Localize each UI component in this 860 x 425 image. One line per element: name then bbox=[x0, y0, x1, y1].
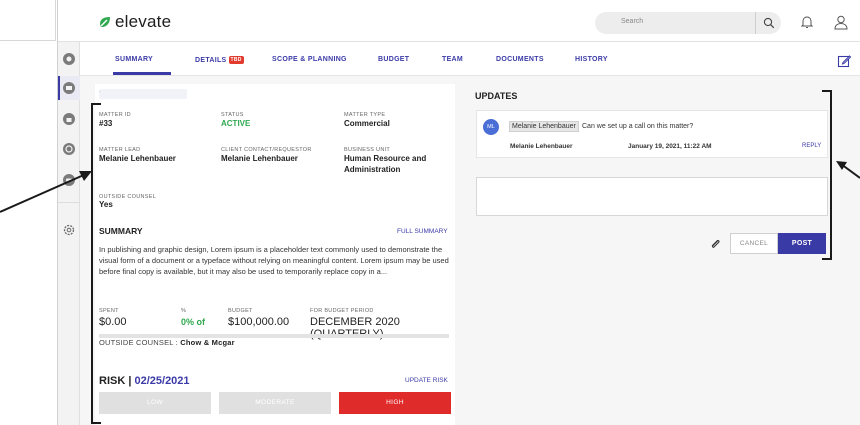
percent-label: % bbox=[181, 308, 187, 314]
risk-level-high[interactable]: HIGH bbox=[339, 392, 451, 414]
globe-icon[interactable] bbox=[62, 52, 76, 66]
annotation-bracket-right bbox=[822, 90, 832, 260]
matter-name-placeholder bbox=[99, 89, 187, 99]
budget-value: $100,000.00 bbox=[228, 316, 290, 328]
bell-icon[interactable] bbox=[799, 14, 815, 30]
tab-badge: TBD bbox=[228, 56, 244, 64]
risk-date: 02/25/2021 bbox=[134, 375, 190, 387]
update-author: Melanie Lehenbauer bbox=[510, 143, 573, 150]
app-window: elevate Search SUMMARY DETAILS TBD SCOPE … bbox=[57, 0, 860, 425]
search-icon bbox=[763, 17, 774, 29]
outside-counsel-firm: Chow & Mcgar bbox=[180, 338, 235, 347]
budget-label: BUDGET bbox=[228, 308, 253, 314]
client-contact-value: Melanie Lehenbauer bbox=[221, 154, 298, 163]
user-mention[interactable]: Melanie Lehenbauer bbox=[509, 121, 579, 132]
spent-value: $0.00 bbox=[99, 316, 127, 328]
annotation-arrow-left-icon bbox=[0, 171, 92, 213]
logo[interactable]: elevate bbox=[98, 12, 171, 32]
search-placeholder: Search bbox=[621, 18, 644, 25]
update-timestamp: January 19, 2021, 11:22 AM bbox=[628, 143, 712, 150]
update-item: ML Melanie Lehenbauer Can we set up a ca… bbox=[476, 110, 828, 158]
full-summary-link[interactable]: FULL SUMMARY bbox=[397, 228, 448, 235]
risk-level-low[interactable]: LOW bbox=[99, 392, 211, 414]
outside-counsel-line: OUTSIDE COUNSEL : Chow & Mcgar bbox=[99, 338, 235, 347]
active-tab-indicator bbox=[113, 72, 171, 75]
cancel-button[interactable]: CANCEL bbox=[730, 233, 778, 254]
summary-text: In publishing and graphic design, Lorem … bbox=[99, 245, 449, 276]
settings-icon[interactable] bbox=[62, 223, 76, 237]
matter-name: . bbox=[99, 88, 101, 94]
updates-title: UPDATES bbox=[475, 91, 518, 101]
matters-icon[interactable] bbox=[62, 81, 76, 95]
tab-bar: SUMMARY DETAILS TBD SCOPE & PLANNING BUDG… bbox=[80, 42, 860, 76]
chart-icon[interactable] bbox=[62, 142, 76, 156]
tab-documents[interactable]: DOCUMENTS bbox=[496, 56, 544, 63]
leaf-logo-icon bbox=[100, 17, 110, 27]
tab-details-label: DETAILS bbox=[195, 57, 227, 64]
update-message: Can we set up a call on this matter? bbox=[582, 123, 694, 130]
matter-id-value: #33 bbox=[99, 119, 113, 128]
summary-title: SUMMARY bbox=[99, 226, 143, 236]
search-button[interactable] bbox=[755, 12, 781, 34]
budget-period-label: FOR BUDGET PERIOD bbox=[310, 308, 374, 314]
app-header: elevate Search bbox=[58, 0, 860, 42]
search-input[interactable]: Search bbox=[595, 12, 781, 34]
status-value: ACTIVE bbox=[221, 119, 251, 128]
matter-lead-value: Melanie Lehenbauer bbox=[99, 154, 176, 163]
tab-team[interactable]: TEAM bbox=[442, 56, 463, 63]
paperclip-icon[interactable] bbox=[709, 238, 721, 250]
percent-value: 0% of bbox=[181, 317, 206, 327]
business-unit-value: Human Resource and Administration bbox=[344, 154, 427, 174]
reply-link[interactable]: REPLY bbox=[802, 143, 821, 149]
edit-icon[interactable] bbox=[837, 54, 851, 68]
spent-label: SPENT bbox=[99, 308, 119, 314]
annotation-arrow-right-icon bbox=[836, 161, 860, 179]
brand-name: elevate bbox=[115, 12, 172, 31]
sidebar bbox=[58, 42, 80, 425]
user-icon[interactable] bbox=[832, 13, 850, 31]
tab-history[interactable]: HISTORY bbox=[575, 56, 608, 63]
risk-label: RISK | bbox=[99, 375, 132, 387]
tab-summary[interactable]: SUMMARY bbox=[115, 56, 153, 63]
adjacent-window-corner bbox=[0, 0, 56, 41]
update-input[interactable] bbox=[476, 177, 828, 216]
tab-scope-planning[interactable]: SCOPE & PLANNING bbox=[272, 56, 347, 63]
tab-details[interactable]: DETAILS TBD bbox=[195, 56, 244, 64]
update-risk-link[interactable]: UPDATE RISK bbox=[405, 377, 448, 384]
annotation-bracket-left bbox=[91, 103, 101, 424]
risk-title: RISK | 02/25/2021 bbox=[99, 375, 190, 387]
tab-budget[interactable]: BUDGET bbox=[378, 56, 409, 63]
matter-type-value: Commercial bbox=[344, 119, 390, 128]
matter-summary-panel: . MATTER ID #33 STATUS ACTIVE MATTER TYP… bbox=[95, 84, 455, 425]
lock-icon[interactable] bbox=[62, 112, 76, 126]
outside-counsel-value: Yes bbox=[99, 200, 113, 209]
outside-counsel-line-label: OUTSIDE COUNSEL : bbox=[99, 338, 178, 347]
avatar: ML bbox=[483, 119, 499, 135]
post-button[interactable]: POST bbox=[778, 233, 826, 254]
risk-level-moderate[interactable]: MODERATE bbox=[219, 392, 331, 414]
